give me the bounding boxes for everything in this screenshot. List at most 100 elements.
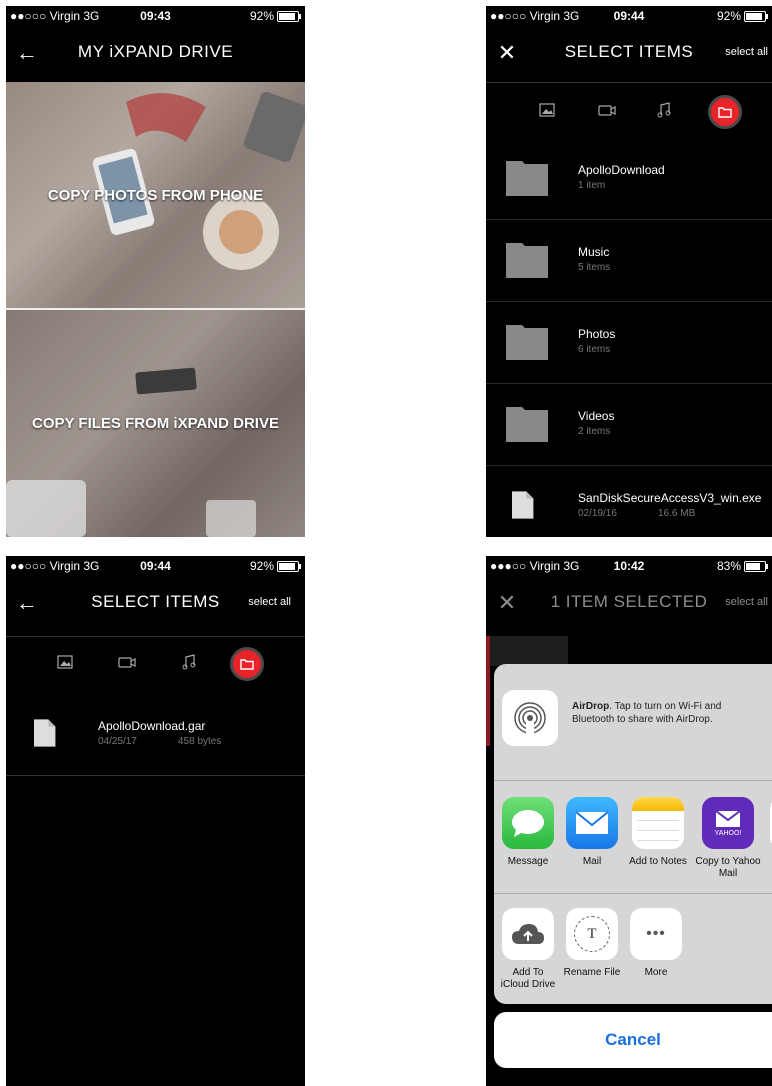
action-add-icloud[interactable]: Add To iCloud Drive — [497, 908, 559, 991]
battery-icon — [277, 560, 301, 572]
battery-icon — [744, 560, 768, 572]
yahoo-mail-icon: YAHOO! — [702, 797, 754, 849]
share-app-notes[interactable]: Add to Notes — [625, 797, 691, 868]
airdrop-title: AirDrop — [572, 701, 610, 712]
select-all-button[interactable]: select all — [725, 46, 768, 58]
music-filter-icon[interactable] — [176, 649, 202, 675]
rename-glyph: T — [574, 916, 610, 952]
airdrop-description: AirDrop. Tap to turn on Wi-Fi and Blueto… — [572, 700, 766, 726]
yahoo-logo: YAHOO! — [714, 829, 742, 837]
battery-icon — [277, 10, 301, 22]
item-name: SanDiskSecureAccessV3_win.exe — [578, 491, 762, 505]
dimmed-row — [490, 636, 568, 666]
status-bar: ●●○○○ Virgin 3G 09:44 92% — [486, 6, 772, 26]
share-app-yahoo[interactable]: YAHOO! Copy to Yahoo Mail — [693, 797, 763, 880]
battery-percent: 92% — [716, 9, 741, 23]
copy-files-tile[interactable]: COPY FILES FROM iXPAND DRIVE — [6, 310, 305, 537]
photo-filter-icon[interactable] — [52, 649, 78, 675]
item-meta: 1 item — [578, 180, 606, 191]
copy-photos-label: COPY PHOTOS FROM PHONE — [47, 186, 264, 204]
nav-bar: ← MY iXPAND DRIVE — [6, 26, 305, 82]
video-filter-icon[interactable] — [594, 97, 620, 123]
select-all-button[interactable]: select all — [248, 596, 291, 608]
battery-icon — [744, 10, 768, 22]
app-label: Message — [507, 856, 549, 867]
battery-indicator: 92% — [716, 9, 768, 23]
rename-icon: T — [566, 908, 618, 960]
list-item[interactable]: Photos 6 items — [486, 302, 772, 384]
action-more[interactable]: ••• More — [625, 908, 687, 979]
folder-icon — [506, 243, 548, 278]
file-icon — [34, 719, 56, 747]
nav-bar: ✕ 1 ITEM SELECTED select all — [486, 576, 772, 632]
list-item[interactable]: Videos 2 items — [486, 384, 772, 466]
music-filter-icon[interactable] — [651, 97, 677, 123]
notes-icon — [632, 797, 684, 849]
file-icon — [512, 491, 534, 519]
nav-bar: ← SELECT ITEMS select all — [6, 576, 305, 632]
battery-indicator: 92% — [249, 9, 301, 23]
video-filter-icon[interactable] — [114, 649, 140, 675]
list-item[interactable]: Music 5 items — [486, 220, 772, 302]
mail-icon — [566, 797, 618, 849]
message-icon — [502, 797, 554, 849]
list-item[interactable]: ApolloDownload.gar 04/25/17 458 bytes — [6, 694, 305, 776]
screen-select-items-folder: ●●○○○ Virgin 3G 09:44 92% ← SELECT ITEMS… — [6, 556, 305, 1086]
select-all-button[interactable]: select all — [725, 596, 768, 608]
filter-tabs — [486, 84, 772, 138]
battery-indicator: 92% — [249, 559, 301, 573]
nav-bar: ✕ SELECT ITEMS select all — [486, 26, 772, 82]
screen-my-ixpand-drive: ●●○○○ Virgin 3G 09:43 92% ← MY iXPAND DR… — [6, 6, 305, 537]
battery-indicator: 83% — [716, 559, 768, 573]
item-meta: 6 items — [578, 344, 611, 355]
item-size: 458 bytes — [178, 736, 222, 747]
action-label: Add To iCloud Drive — [500, 967, 556, 990]
cancel-button[interactable]: Cancel — [494, 1012, 772, 1068]
file-list: ApolloDownload.gar 04/25/17 458 bytes — [6, 694, 305, 776]
folder-filter-icon[interactable] — [708, 95, 742, 129]
photo-filter-icon[interactable] — [534, 97, 560, 123]
status-bar: ●●○○○ Virgin 3G 09:43 92% — [6, 6, 305, 26]
screen-select-items-root: ●●○○○ Virgin 3G 09:44 92% ✕ SELECT ITEMS… — [486, 6, 772, 537]
actions-row: Add To iCloud Drive T Rename File ••• Mo… — [494, 894, 772, 1004]
item-date: 02/19/16 — [578, 508, 617, 519]
folder-filter-icon[interactable] — [230, 647, 264, 681]
status-bar: ●●○○○ Virgin 3G 09:44 92% — [6, 556, 305, 576]
item-meta: 2 items — [578, 426, 611, 437]
action-rename-file[interactable]: T Rename File — [561, 908, 623, 979]
icloud-upload-icon — [502, 908, 554, 960]
nav-divider — [486, 82, 772, 83]
airdrop-icon[interactable] — [502, 690, 558, 746]
folder-icon — [506, 161, 548, 196]
list-item[interactable]: SanDiskSecureAccessV3_win.exe 02/19/16 1… — [486, 466, 772, 537]
action-label: Rename File — [563, 967, 621, 978]
folder-icon — [506, 325, 548, 360]
item-name: Videos — [578, 409, 615, 423]
item-name: Music — [578, 245, 610, 259]
file-list: ApolloDownload 1 item Music 5 items Phot… — [486, 138, 772, 537]
item-name: Photos — [578, 327, 616, 341]
screen-share-sheet: ●●●○○ Virgin 3G 10:42 83% ✕ 1 ITEM SELEC… — [486, 556, 772, 1086]
battery-percent: 92% — [249, 9, 274, 23]
app-label: Add to Notes — [629, 856, 687, 867]
copy-photos-tile[interactable]: COPY PHOTOS FROM PHONE — [6, 82, 305, 308]
page-title: MY iXPAND DRIVE — [77, 42, 234, 61]
share-app-message[interactable]: Message — [497, 797, 559, 868]
battery-percent: 83% — [716, 559, 741, 573]
more-icon: ••• — [630, 908, 682, 960]
app-label: Mail — [582, 856, 602, 867]
item-name: ApolloDownload — [578, 163, 665, 177]
item-meta: 5 items — [578, 262, 611, 273]
share-app-mail[interactable]: Mail — [561, 797, 623, 868]
battery-percent: 92% — [249, 559, 274, 573]
share-sheet: AirDrop. Tap to turn on Wi-Fi and Blueto… — [494, 664, 772, 1004]
apps-row: Message Mail Add to Notes YAHOO! Copy to… — [494, 781, 772, 894]
copy-files-label: COPY FILES FROM iXPAND DRIVE — [32, 415, 279, 432]
item-name: ApolloDownload.gar — [98, 719, 206, 733]
filter-tabs — [6, 636, 305, 690]
app-label: Copy to Yahoo Mail — [695, 856, 761, 879]
item-size: 16.6 MB — [658, 508, 696, 519]
list-item[interactable]: ApolloDownload 1 item — [486, 138, 772, 220]
action-label: More — [644, 967, 668, 978]
airdrop-section: AirDrop. Tap to turn on Wi-Fi and Blueto… — [494, 664, 772, 781]
